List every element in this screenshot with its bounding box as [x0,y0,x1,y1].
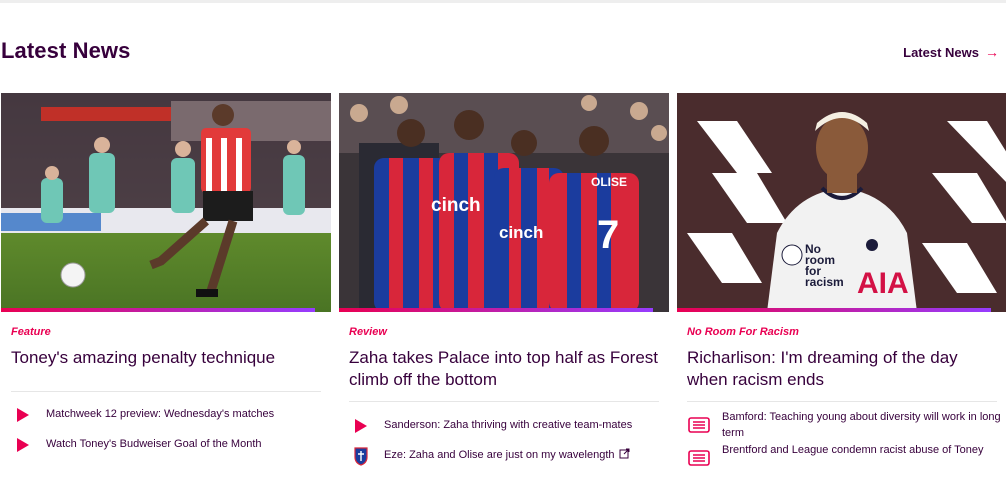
card-image-palace-celebration[interactable]: cinch cinch OLISE 7 [339,93,669,312]
shirt-sponsor-text: cinch [499,223,543,242]
club-crest-icon [349,447,373,466]
related-link[interactable]: Sanderson: Zaha thriving with creative t… [349,417,669,435]
card-title[interactable]: Zaha takes Palace into top half as Fores… [349,347,659,391]
latest-news-header: Latest News Latest News → [1,38,1003,70]
news-card-zaha: cinch cinch OLISE 7 Review Zaha takes Pa… [339,93,669,490]
external-link-icon [619,448,630,459]
no-room-logo-text: racism [805,275,844,289]
related-link[interactable]: Bamford: Teaching young about diversity … [687,409,1006,441]
related-link[interactable]: Brentford and League condemn racist abus… [687,442,1006,474]
card-image-richarlison[interactable]: No room for racism AIA [677,93,1006,312]
card-divider [687,401,997,402]
card-divider [349,401,659,402]
related-link-text: Bamford: Teaching young about diversity … [722,411,1001,439]
gradient-bar [677,308,991,312]
gradient-bar [339,308,653,312]
article-icon [687,442,711,474]
related-link-text: Matchweek 12 preview: Wednesday's matche… [46,408,275,420]
related-link-text: Sanderson: Zaha thriving with creative t… [384,419,633,431]
news-card-richarlison: No room for racism AIA No Room For Racis… [677,93,1006,490]
play-icon [11,436,35,454]
related-link-label: Eze: Zaha and Olise are just on my wavel… [384,449,615,461]
shirt-name-text: OLISE [591,175,627,189]
related-link-text: Eze: Zaha and Olise are just on my wavel… [384,447,630,463]
card-tag[interactable]: Review [349,326,387,338]
arrow-right-icon: → [985,44,999,60]
shirt-sponsor-text: AIA [857,267,909,300]
article-icon [687,409,711,441]
card-image-penalty[interactable] [1,93,331,312]
related-link[interactable]: Eze: Zaha and Olise are just on my wavel… [349,447,669,466]
related-link[interactable]: Watch Toney's Budweiser Goal of the Mont… [11,436,331,454]
top-divider [0,0,1006,3]
related-link-text: Watch Toney's Budweiser Goal of the Mont… [46,438,262,450]
play-icon [349,417,373,435]
gradient-bar [1,308,315,312]
play-icon [11,406,35,424]
card-tag[interactable]: Feature [11,326,51,338]
latest-news-link-label: Latest News [903,44,979,60]
shirt-sponsor-text: cinch [431,195,481,216]
card-title[interactable]: Richarlison: I'm dreaming of the day whe… [687,347,997,391]
related-link[interactable]: Matchweek 12 preview: Wednesday's matche… [11,406,331,424]
shirt-number-text: 7 [597,213,619,257]
related-link-text: Brentford and League condemn racist abus… [722,444,984,456]
card-title[interactable]: Toney's amazing penalty technique [11,347,321,369]
card-tag[interactable]: No Room For Racism [687,326,799,338]
news-card-toney: Feature Toney's amazing penalty techniqu… [1,93,331,490]
section-title: Latest News [1,38,131,63]
latest-news-link[interactable]: Latest News → [903,44,999,60]
card-divider [11,391,321,392]
